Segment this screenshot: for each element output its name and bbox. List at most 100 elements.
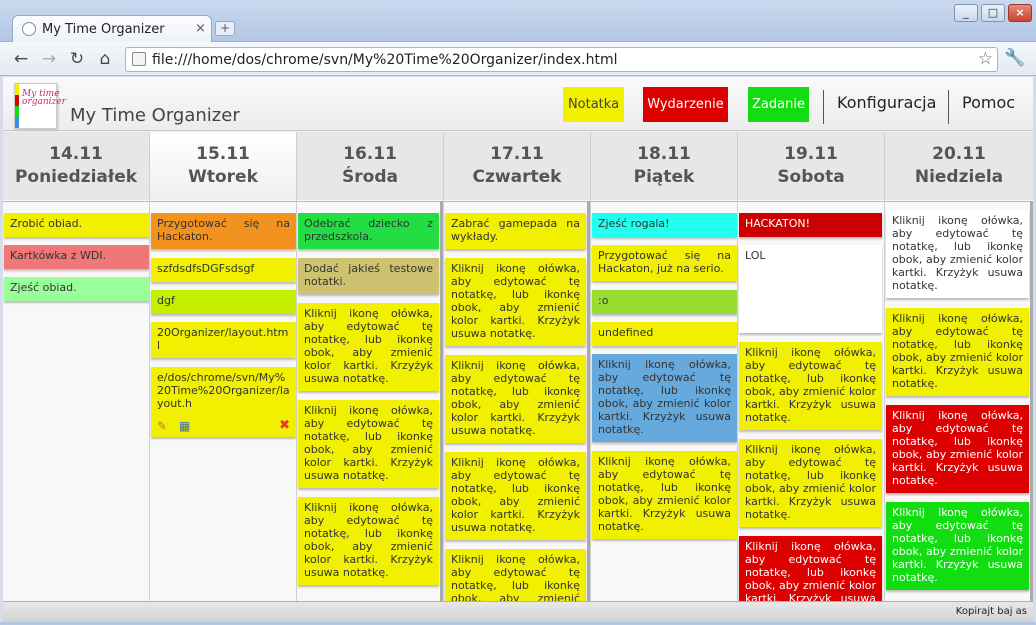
day-column: 14.11 Poniedziałek Zrobić obiad. Kartków…: [3, 132, 150, 601]
note-card[interactable]: Kliknij ikonę ołówka, aby edytować tę no…: [445, 549, 586, 601]
day-column: 18.11 Piątek Zjeść rogala! Przygotować s…: [591, 132, 738, 601]
column-scrollbar[interactable]: [440, 201, 443, 601]
note-card[interactable]: Kartkówka z WDI.: [4, 245, 149, 269]
address-bar[interactable]: file:///home/dos/chrome/svn/My%20Time%20…: [125, 47, 998, 72]
note-card[interactable]: Dodać jakieś testowe notatki.: [298, 258, 439, 294]
minimize-button[interactable]: _: [954, 4, 978, 22]
note-card[interactable]: HACKATON!: [739, 213, 882, 237]
globe-icon: [22, 22, 36, 36]
browser-toolbar: ← → ↻ ⌂ file:///home/dos/chrome/svn/My%2…: [0, 42, 1036, 76]
day-notes: HACKATON! LOL Kliknij ikonę ołówka, aby …: [738, 201, 884, 601]
day-date: 18.11: [637, 144, 691, 164]
browser-tab[interactable]: My Time Organizer ×: [12, 15, 212, 42]
logo-text: My time organizer: [22, 89, 66, 107]
note-card[interactable]: Zjeść rogala!: [592, 213, 737, 237]
forward-icon[interactable]: →: [39, 49, 59, 69]
note-card[interactable]: Kliknij ikonę ołówka, aby edytować tę no…: [445, 355, 586, 443]
note-card[interactable]: Kliknij ikonę ołówka, aby edytować tę no…: [739, 342, 882, 430]
day-header: 20.11 Niedziela: [885, 132, 1033, 200]
tab-title: My Time Organizer: [42, 22, 165, 37]
day-column: 15.11 Wtorek Przygotować się na Hackaton…: [150, 132, 297, 601]
note-card[interactable]: Kliknij ikonę ołówka, aby edytować tę no…: [886, 210, 1029, 298]
note-card[interactable]: Kliknij ikonę ołówka, aby edytować tę no…: [739, 439, 882, 527]
day-header: 15.11 Wtorek: [150, 132, 296, 200]
delete-x-icon[interactable]: ✖: [279, 419, 290, 432]
reload-icon[interactable]: ↻: [67, 49, 87, 69]
window-titlebar: My Time Organizer × + _ □ ×: [0, 0, 1036, 42]
day-notes: Zjeść rogala! Przygotować się na Hackato…: [591, 201, 737, 601]
note-card[interactable]: Kliknij ikonę ołówka, aby edytować tę no…: [445, 258, 586, 346]
note-card[interactable]: Zabrać gamepada na wykłady.: [445, 213, 586, 249]
add-event-button[interactable]: Wydarzenie: [643, 87, 728, 122]
column-scrollbar[interactable]: [587, 201, 590, 601]
app-title: My Time Organizer: [70, 105, 240, 126]
note-card-selected[interactable]: e/dos/chrome/svn/My%20Time%20Organizer/l…: [151, 367, 296, 437]
config-link[interactable]: Konfiguracja: [837, 93, 936, 112]
page-icon: [132, 52, 146, 66]
day-name: Czwartek: [472, 167, 562, 187]
note-card[interactable]: Kliknij ikonę ołówka, aby edytować tę no…: [592, 354, 737, 442]
day-name: Niedziela: [914, 167, 1004, 187]
day-date: 20.11: [932, 144, 986, 164]
note-card[interactable]: Kliknij ikonę ołówka, aby edytować tę no…: [886, 502, 1029, 590]
note-card[interactable]: dgf: [151, 290, 296, 314]
day-date: 17.11: [490, 144, 544, 164]
back-icon[interactable]: ←: [11, 49, 31, 69]
note-card[interactable]: Odebrać dziecko z przedszkola.: [298, 213, 439, 249]
star-icon[interactable]: ☆: [978, 49, 993, 69]
day-column: 20.11 Niedziela Kliknij ikonę ołówka, ab…: [885, 132, 1033, 601]
day-date: 16.11: [343, 144, 397, 164]
note-card[interactable]: Kliknij ikonę ołówka, aby edytować tę no…: [886, 405, 1029, 493]
new-tab-button[interactable]: +: [215, 21, 235, 36]
day-header: 16.11 Środa: [297, 132, 443, 200]
add-note-button[interactable]: Notatka: [563, 87, 624, 122]
day-name: Środa: [342, 167, 398, 187]
day-notes: Zrobić obiad. Kartkówka z WDI. Zjeść obi…: [3, 201, 149, 601]
day-column: 17.11 Czwartek Zabrać gamepada na wykład…: [444, 132, 591, 601]
note-card[interactable]: Kliknij ikonę ołówka, aby edytować tę no…: [445, 452, 586, 540]
note-card[interactable]: szfdsdfsDGFsdsgf: [151, 258, 296, 282]
url-text[interactable]: file:///home/dos/chrome/svn/My%20Time%20…: [152, 52, 617, 68]
maximize-button[interactable]: □: [981, 4, 1005, 22]
day-header: 18.11 Piątek: [591, 132, 737, 200]
column-scrollbar[interactable]: [1030, 201, 1033, 601]
note-card[interactable]: Kliknij ikonę ołówka, aby edytować tę no…: [298, 497, 439, 585]
tab-close-icon[interactable]: ×: [195, 21, 206, 36]
note-card[interactable]: Kliknij ikonę ołówka, aby edytować tę no…: [298, 303, 439, 391]
note-card[interactable]: Zjeść obiad.: [4, 277, 149, 301]
pencil-icon[interactable]: ✎: [157, 420, 167, 433]
day-header: 17.11 Czwartek: [444, 132, 590, 200]
wrench-icon[interactable]: 🔧: [1004, 48, 1025, 68]
note-actions: ✎ ▦ ✖: [157, 419, 290, 434]
note-card[interactable]: Kliknij ikonę ołówka, aby edytować tę no…: [886, 308, 1029, 396]
note-card[interactable]: Kliknij ikonę ołówka, aby edytować tę no…: [592, 451, 737, 539]
note-card[interactable]: LOL: [739, 245, 882, 333]
note-card[interactable]: undefined: [592, 322, 737, 346]
note-card[interactable]: Przygotować się na Hackaton, już na seri…: [592, 245, 737, 281]
day-name: Wtorek: [188, 167, 258, 187]
close-window-button[interactable]: ×: [1008, 4, 1032, 22]
day-notes: Zabrać gamepada na wykłady. Kliknij ikon…: [444, 201, 590, 601]
day-notes: Kliknij ikonę ołówka, aby edytować tę no…: [885, 201, 1033, 601]
palette-icon[interactable]: ▦: [179, 420, 190, 433]
note-card[interactable]: :o: [592, 290, 737, 314]
app-logo: My time organizer: [14, 83, 66, 129]
note-card[interactable]: Kliknij ikonę ołówka, aby edytować tę no…: [739, 536, 882, 601]
copyright-text: Kopirajt baj as: [955, 606, 1027, 617]
day-notes: Odebrać dziecko z przedszkola. Dodać jak…: [297, 201, 443, 601]
home-icon[interactable]: ⌂: [95, 49, 115, 69]
day-name: Piątek: [633, 167, 695, 187]
note-card[interactable]: Kliknij ikonę ołówka, aby edytować tę no…: [298, 400, 439, 488]
help-link[interactable]: Pomoc: [962, 93, 1015, 112]
note-card[interactable]: 20Organizer/layout.html: [151, 322, 296, 358]
note-card[interactable]: Zrobić obiad.: [4, 213, 149, 237]
day-name: Poniedziałek: [14, 167, 138, 187]
day-date: 19.11: [784, 144, 838, 164]
footer-bar: Kopirajt baj as: [3, 601, 1033, 622]
day-date: 15.11: [196, 144, 250, 164]
app-viewport: My time organizer My Time Organizer Nota…: [3, 77, 1033, 601]
day-header: 14.11 Poniedziałek: [3, 132, 149, 200]
note-card[interactable]: Przygotować się na Hackaton.: [151, 213, 296, 249]
add-task-button[interactable]: Zadanie: [748, 87, 809, 122]
day-header: 19.11 Sobota: [738, 132, 884, 200]
